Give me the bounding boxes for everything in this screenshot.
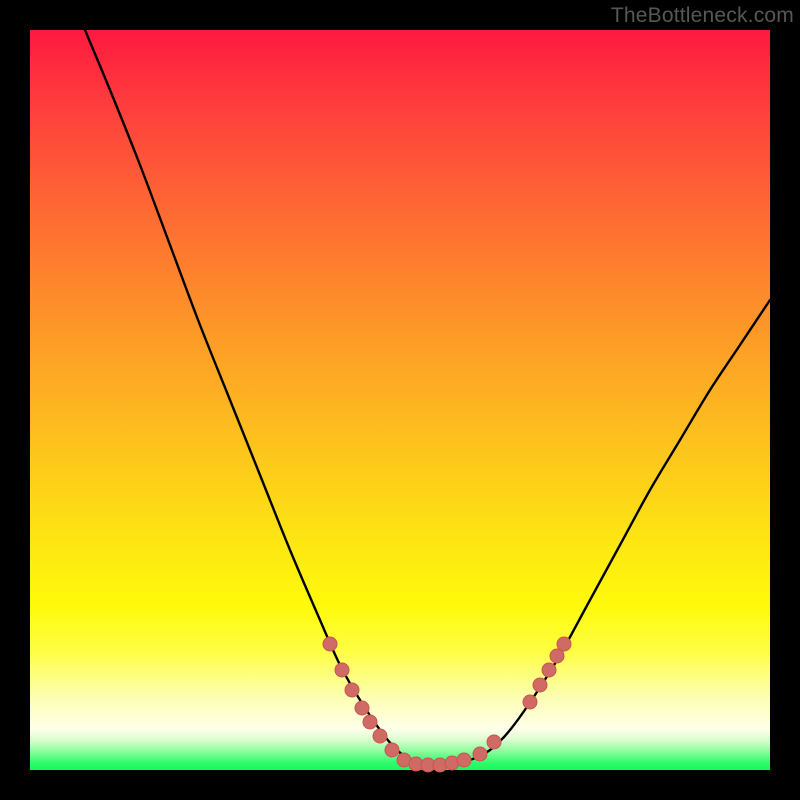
curve-marker: [523, 695, 537, 709]
curve-marker: [487, 735, 501, 749]
curve-marker: [457, 753, 471, 767]
curve-marker: [385, 743, 399, 757]
curve-marker: [355, 701, 369, 715]
curve-marker: [473, 747, 487, 761]
curve-marker: [542, 663, 556, 677]
watermark-text: TheBottleneck.com: [611, 4, 794, 28]
plot-area: [30, 30, 770, 770]
curve-marker: [533, 678, 547, 692]
curve-marker: [557, 637, 571, 651]
curve-layer: [30, 30, 770, 770]
chart-frame: TheBottleneck.com: [0, 0, 800, 800]
bottleneck-curve: [85, 30, 770, 766]
curve-marker: [335, 663, 349, 677]
curve-marker: [323, 637, 337, 651]
curve-marker: [345, 683, 359, 697]
curve-marker: [373, 729, 387, 743]
curve-markers: [323, 637, 571, 772]
curve-marker: [363, 715, 377, 729]
